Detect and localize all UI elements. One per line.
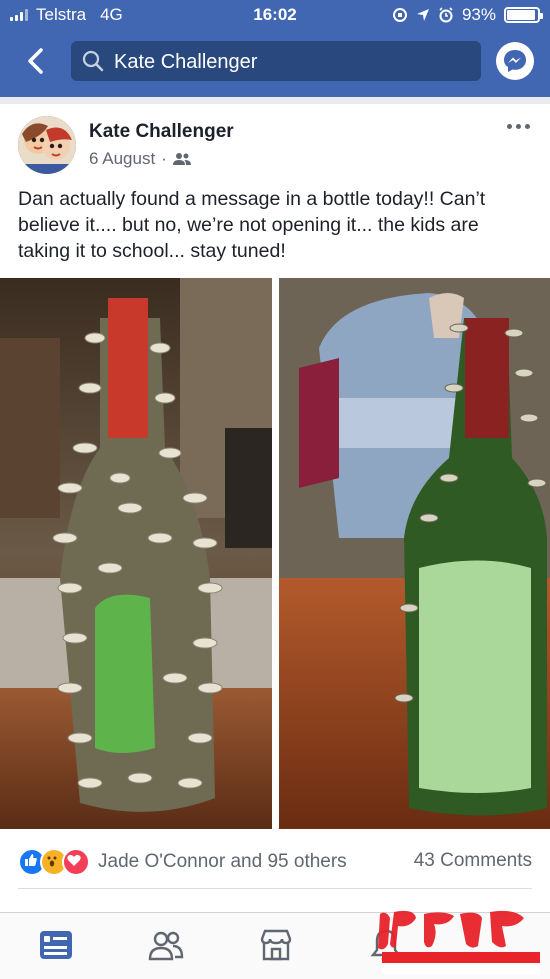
post-photo-right[interactable] xyxy=(279,278,550,829)
divider xyxy=(18,888,532,889)
reactions-summary[interactable]: Jade O'Connor and 95 others xyxy=(18,848,347,876)
friends-audience-icon[interactable] xyxy=(172,152,191,166)
screen-rotation-lock-icon xyxy=(392,8,407,22)
post-photo-left[interactable] xyxy=(0,278,272,829)
post-meta: 6 August · xyxy=(89,149,191,169)
friends-icon[interactable] xyxy=(146,925,186,965)
status-bar: Telstra 4G 16:02 93% xyxy=(0,0,550,30)
back-chevron-icon[interactable] xyxy=(22,46,52,76)
comments-count[interactable]: 43 Comments xyxy=(414,850,532,872)
avatar-image xyxy=(18,116,76,174)
search-bar[interactable]: Kate Challenger xyxy=(71,41,481,81)
reactions-text[interactable]: Jade O'Connor and 95 others xyxy=(98,851,347,873)
status-right: 93% xyxy=(392,5,543,25)
messenger-button[interactable] xyxy=(496,42,534,80)
battery-icon xyxy=(504,7,543,23)
nav-row: Kate Challenger xyxy=(0,38,550,86)
avatar[interactable] xyxy=(18,116,76,174)
post-date[interactable]: 6 August xyxy=(89,149,155,169)
battery-fill xyxy=(507,10,535,20)
location-icon xyxy=(416,9,429,21)
messenger-icon xyxy=(504,50,526,72)
more-options-icon[interactable] xyxy=(507,124,530,129)
post-text: Dan actually found a message in a bottle… xyxy=(18,188,486,262)
alarm-icon xyxy=(439,7,453,23)
post-card: Kate Challenger 6 August · Dan actually … xyxy=(0,104,550,912)
battery-percent: 93% xyxy=(461,5,496,24)
search-input[interactable]: Kate Challenger xyxy=(114,51,257,74)
post-author[interactable]: Kate Challenger xyxy=(89,121,234,143)
top-bar: Telstra 4G 16:02 93% Kate Challenger xyxy=(0,0,550,97)
meta-separator: · xyxy=(161,149,167,168)
search-icon xyxy=(82,50,104,72)
marketplace-icon[interactable] xyxy=(256,925,296,965)
love-reaction-icon xyxy=(62,848,90,876)
newspaper-watermark-logo xyxy=(378,910,540,974)
bottle-photo-barnacles xyxy=(0,278,272,829)
bottle-photo-message xyxy=(279,278,550,829)
news-feed-icon[interactable] xyxy=(36,925,76,965)
